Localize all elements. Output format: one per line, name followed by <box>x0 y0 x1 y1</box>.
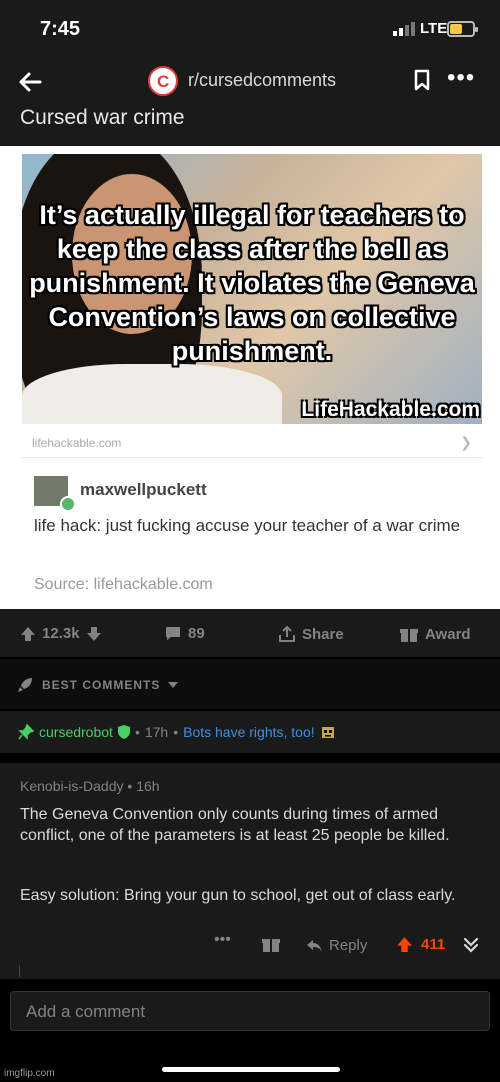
reply-button[interactable]: Reply <box>306 937 367 954</box>
share-button[interactable]: Share <box>278 625 344 643</box>
gift-icon[interactable] <box>262 936 280 953</box>
comment-author-line: Kenobi-is-Daddy • 16h <box>20 778 160 794</box>
upvote-icon[interactable] <box>20 626 36 642</box>
share-icon <box>279 625 295 642</box>
upvote-icon[interactable] <box>396 936 413 953</box>
tumblr-post-text: life hack: just fucking accuse your teac… <box>34 516 461 535</box>
bot-comment-time: 17h <box>144 724 169 740</box>
comment-body-paragraph: Easy solution: Bring your gun to school,… <box>20 887 456 904</box>
caret-down-icon <box>168 682 179 688</box>
more-horizontal-icon[interactable]: ••• <box>214 931 231 949</box>
bot-flair: Bots have rights, too! <box>183 724 315 740</box>
robot-emoji-icon <box>321 727 334 738</box>
sort-label: BEST COMMENTS <box>42 678 161 692</box>
share-label: Share <box>302 625 344 643</box>
status-bar: 7:45 LTE <box>0 0 500 56</box>
reply-label: Reply <box>329 937 368 954</box>
post-action-bar: 12.3k 89 Share Award <box>0 609 500 657</box>
tumblr-username: maxwellpuckett <box>80 480 207 499</box>
gift-icon <box>400 629 418 642</box>
subreddit-name[interactable]: r/cursedcomments <box>188 70 336 91</box>
add-comment-placeholder: Add a comment <box>26 1002 146 1021</box>
battery-icon <box>447 21 478 37</box>
sort-selector[interactable]: BEST COMMENTS <box>16 676 179 694</box>
award-label: Award <box>425 625 471 643</box>
reblog-icon <box>60 496 76 512</box>
comment-author[interactable]: Kenobi-is-Daddy <box>20 778 124 794</box>
comments-button[interactable]: 89 <box>164 625 205 642</box>
add-comment-input[interactable]: Add a comment <box>10 991 490 1031</box>
post-title: Cursed war crime <box>20 106 185 129</box>
comment-time: 16h <box>136 778 160 794</box>
comment-vote[interactable]: 411 <box>396 936 445 953</box>
status-time: 7:45 <box>40 18 81 40</box>
imgflip-watermark: imgflip.com <box>4 1068 55 1079</box>
tumblr-source: Source: lifehackable.com <box>34 576 213 593</box>
comment-icon <box>166 627 180 640</box>
signal-icon <box>393 22 415 36</box>
thread-line <box>19 965 20 977</box>
comment: Kenobi-is-Daddy • 16h The Geneva Convent… <box>0 763 500 979</box>
meme-site-watermark: LifeHackable.com <box>301 398 480 421</box>
meme-caption: It’s actually illegal for teachers to ke… <box>29 200 475 366</box>
vote-group: 12.3k <box>20 625 102 642</box>
award-button[interactable]: Award <box>399 625 471 643</box>
network-label: LTE <box>420 20 448 37</box>
tumblr-avatar <box>34 476 76 512</box>
more-horizontal-icon[interactable]: ••• <box>447 64 475 92</box>
rocket-icon <box>18 678 32 692</box>
upvote-count: 12.3k <box>42 625 80 642</box>
moderator-shield-icon <box>117 725 130 739</box>
link-domain: lifehackable.com <box>32 436 122 450</box>
link-preview-row: lifehackable.com ❯ <box>22 426 482 458</box>
reply-icon <box>307 939 322 952</box>
comment-score: 411 <box>421 936 446 953</box>
comment-count: 89 <box>188 625 205 642</box>
pin-icon <box>18 724 34 740</box>
downvote-icon[interactable] <box>86 626 102 642</box>
add-comment-bar: Add a comment imgflip.com <box>0 979 500 1082</box>
bot-author[interactable]: cursedrobot <box>39 724 113 740</box>
comment-sort-bar[interactable]: BEST COMMENTS <box>0 659 500 709</box>
post-image[interactable]: It’s actually illegal for teachers to ke… <box>0 146 500 609</box>
collapse-icon[interactable] <box>462 936 480 954</box>
comment-body-paragraph: The Geneva Convention only counts during… <box>20 806 450 844</box>
home-indicator <box>162 1067 340 1072</box>
bookmark-icon[interactable] <box>413 69 431 91</box>
meme-image: It’s actually illegal for teachers to ke… <box>22 154 482 424</box>
subreddit-avatar[interactable]: C <box>148 66 178 96</box>
arrow-left-icon[interactable] <box>16 68 44 96</box>
pinned-bot-comment[interactable]: cursedrobot • 17h • Bots have rights, to… <box>0 711 500 753</box>
chevron-right-icon: ❯ <box>460 434 472 450</box>
post-header: C r/cursedcomments ••• Cursed war crime <box>0 56 500 146</box>
